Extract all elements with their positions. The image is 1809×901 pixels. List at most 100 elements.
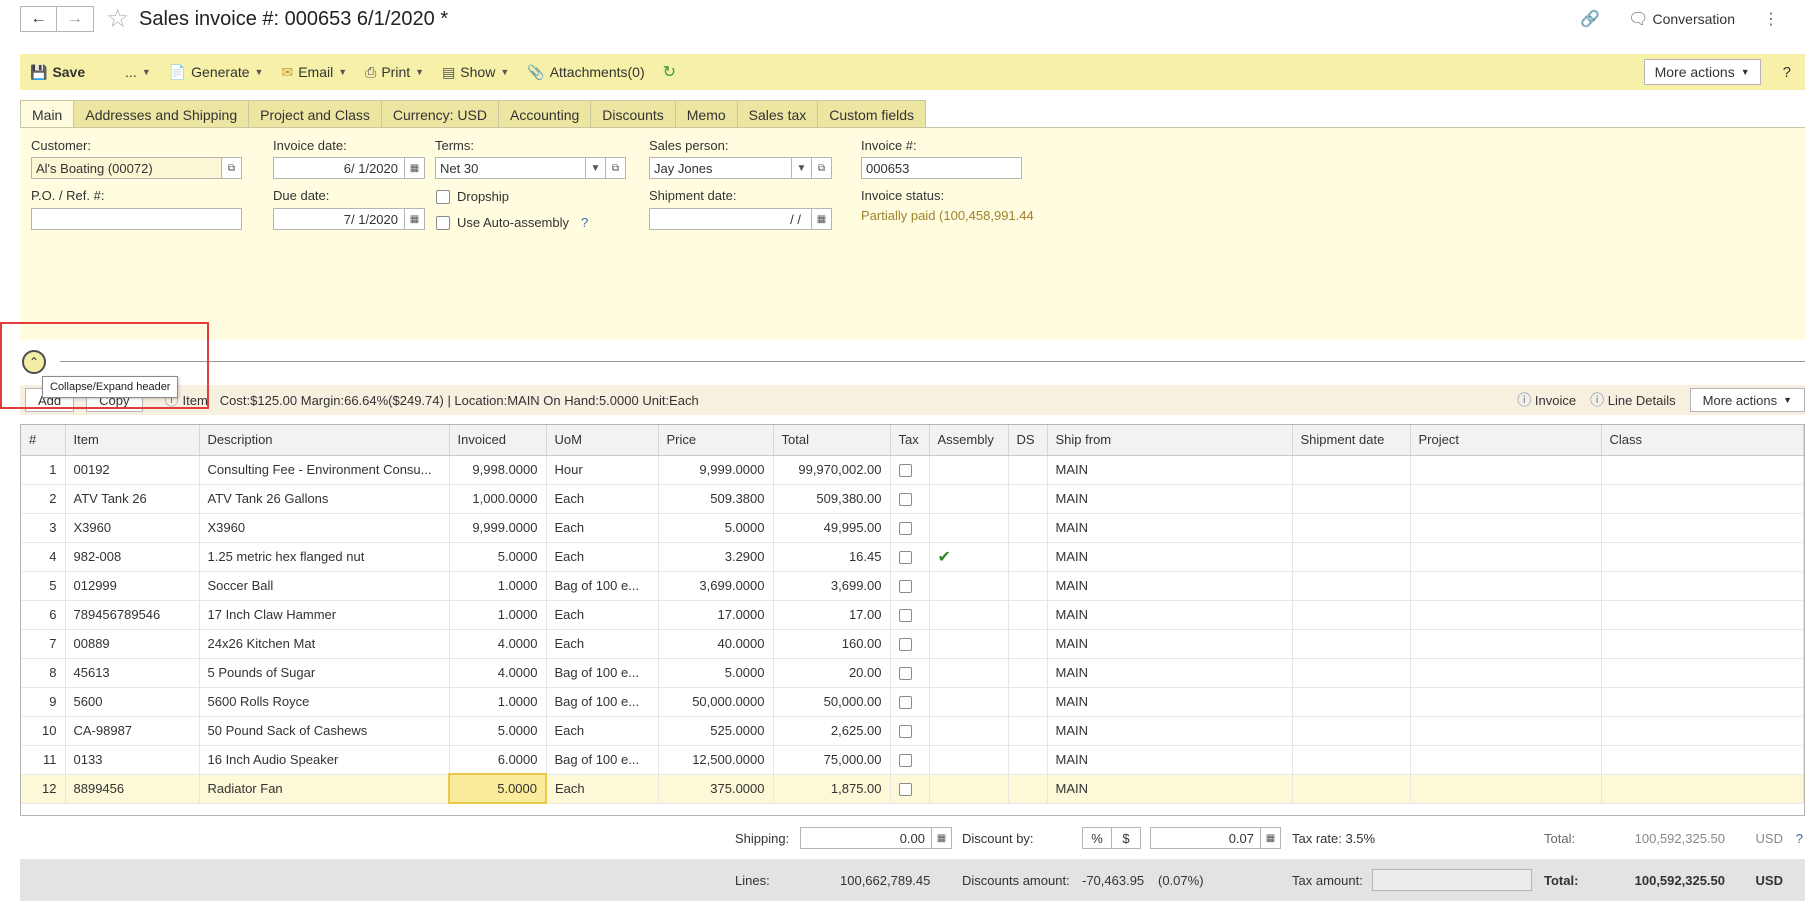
project-cell[interactable]: [1410, 745, 1602, 775]
column-header[interactable]: DS: [1008, 425, 1048, 456]
table-row[interactable]: 4 982-008 1.25 metric hex flanged nut 5.000…: [21, 542, 1804, 572]
item-cell[interactable]: X3960: [65, 513, 200, 543]
invoiced-cell[interactable]: 5.0000: [448, 773, 547, 804]
invoice-date-field[interactable]: 6/ 1/2020 ▦: [273, 157, 425, 179]
shipment-date-cell[interactable]: [1292, 600, 1411, 630]
price-cell[interactable]: 525.0000: [658, 716, 774, 746]
description-cell[interactable]: 17 Inch Claw Hammer: [199, 600, 450, 630]
open-link-icon[interactable]: ⧉: [605, 158, 625, 178]
shipment-date-cell[interactable]: [1292, 513, 1411, 543]
item-cell[interactable]: 00889: [65, 629, 200, 659]
ds-cell[interactable]: [1008, 571, 1048, 601]
tax-checkbox[interactable]: [898, 754, 912, 768]
assembly-cell[interactable]: [929, 629, 1009, 659]
table-row[interactable]: 3 X3960 X3960 9,999.0000 Each 5.0000 49,995.00…: [21, 513, 1804, 543]
favorite-star-icon[interactable]: ☆: [106, 5, 129, 31]
item-cell[interactable]: 0133: [65, 745, 200, 775]
chevron-down-icon[interactable]: ▼: [585, 158, 605, 178]
price-cell[interactable]: 40.0000: [658, 629, 774, 659]
invoiced-cell[interactable]: 5.0000: [449, 542, 547, 572]
total-cell[interactable]: 160.00: [773, 629, 891, 659]
ds-cell[interactable]: [1008, 455, 1048, 485]
column-header[interactable]: Assembly: [929, 425, 1009, 456]
invoice-info-button[interactable]: ⓘ Invoice: [1517, 390, 1576, 410]
print-button[interactable]: ⎙ Print ▼: [365, 64, 424, 81]
uom-cell[interactable]: Each: [546, 484, 659, 514]
open-link-icon[interactable]: ⧉: [221, 158, 241, 178]
ship-from-cell[interactable]: MAIN: [1047, 716, 1293, 746]
ship-from-cell[interactable]: MAIN: [1047, 513, 1293, 543]
description-cell[interactable]: 16 Inch Audio Speaker: [199, 745, 450, 775]
row-number[interactable]: 3: [21, 513, 66, 543]
due-date-field[interactable]: 7/ 1/2020 ▦: [273, 208, 425, 230]
class-cell[interactable]: [1601, 513, 1804, 543]
description-cell[interactable]: 50 Pound Sack of Cashews: [199, 716, 450, 746]
column-header[interactable]: Project: [1410, 425, 1602, 456]
description-cell[interactable]: Consulting Fee - Environment Consu...: [199, 455, 450, 485]
assembly-cell[interactable]: [929, 687, 1009, 717]
uom-cell[interactable]: Bag of 100 e...: [546, 571, 659, 601]
tab-custom-fields[interactable]: Custom fields: [817, 100, 927, 128]
total-help-icon[interactable]: ?: [1796, 831, 1803, 846]
tab-project-and-class[interactable]: Project and Class: [248, 100, 382, 128]
class-cell[interactable]: [1601, 571, 1804, 601]
shipment-date-field[interactable]: / / ▦: [649, 208, 832, 230]
price-cell[interactable]: 12,500.0000: [658, 745, 774, 775]
assembly-cell[interactable]: [929, 774, 1009, 804]
generate-button[interactable]: 📄 Generate ▼: [169, 64, 264, 81]
assembly-cell[interactable]: [929, 716, 1009, 746]
ds-cell[interactable]: [1008, 745, 1048, 775]
class-cell[interactable]: [1601, 658, 1804, 688]
table-row[interactable]: 6 789456789546 17 Inch Claw Hammer 1.0000 Ea…: [21, 600, 1804, 630]
grid-more-actions-button[interactable]: More actions ▼: [1689, 388, 1805, 412]
tax-checkbox[interactable]: [898, 783, 912, 797]
column-header[interactable]: #: [21, 425, 66, 456]
total-cell[interactable]: 75,000.00: [773, 745, 891, 775]
tax-checkbox[interactable]: [898, 522, 912, 536]
table-row[interactable]: 1 00192 Consulting Fee - Environment Consu…: [21, 455, 1804, 485]
row-number[interactable]: 7: [21, 629, 66, 659]
table-row[interactable]: 12 8899456 Radiator Fan 5.0000 Each 375.0000 1…: [21, 773, 1804, 804]
row-number[interactable]: 10: [21, 716, 66, 746]
table-row[interactable]: 9 5600 5600 Rolls Royce 1.0000 Bag of 100 e.…: [21, 687, 1804, 717]
ds-cell[interactable]: [1008, 513, 1048, 543]
tax-checkbox[interactable]: [898, 725, 912, 739]
discount-percent-button[interactable]: %: [1082, 827, 1112, 849]
column-header[interactable]: Class: [1601, 425, 1804, 456]
ship-from-cell[interactable]: MAIN: [1047, 658, 1293, 688]
uom-cell[interactable]: Each: [546, 716, 659, 746]
total-cell[interactable]: 20.00: [773, 658, 891, 688]
column-header[interactable]: Shipment date: [1292, 425, 1411, 456]
tab-addresses-and-shipping[interactable]: Addresses and Shipping: [73, 100, 250, 128]
customer-field[interactable]: Al's Boating (00072) ⧉: [31, 157, 242, 179]
discount-amount-button[interactable]: $: [1111, 827, 1141, 849]
auto-assembly-checkbox[interactable]: [436, 216, 450, 230]
project-cell[interactable]: [1410, 542, 1602, 572]
total-cell[interactable]: 2,625.00: [773, 716, 891, 746]
shipment-date-cell[interactable]: [1292, 542, 1411, 572]
class-cell[interactable]: [1601, 716, 1804, 746]
class-cell[interactable]: [1601, 542, 1804, 572]
invoiced-cell[interactable]: 9,999.0000: [449, 513, 547, 543]
table-row[interactable]: 8 45613 5 Pounds of Sugar 4.0000 Bag of 100 …: [21, 658, 1804, 688]
tax-checkbox[interactable]: [898, 667, 912, 681]
description-cell[interactable]: 1.25 metric hex flanged nut: [199, 542, 450, 572]
uom-cell[interactable]: Each: [546, 629, 659, 659]
assembly-cell[interactable]: [929, 455, 1009, 485]
row-number[interactable]: 6: [21, 600, 66, 630]
ds-cell[interactable]: [1008, 658, 1048, 688]
price-cell[interactable]: 50,000.0000: [658, 687, 774, 717]
tax-checkbox[interactable]: [898, 551, 912, 565]
shipment-date-cell[interactable]: [1292, 484, 1411, 514]
column-header[interactable]: Price: [658, 425, 774, 456]
invoiced-cell[interactable]: 4.0000: [449, 658, 547, 688]
ds-cell[interactable]: [1008, 600, 1048, 630]
price-cell[interactable]: 3,699.0000: [658, 571, 774, 601]
auto-assembly-help-icon[interactable]: ?: [581, 215, 588, 230]
invoiced-cell[interactable]: 4.0000: [449, 629, 547, 659]
description-cell[interactable]: ATV Tank 26 Gallons: [199, 484, 450, 514]
tax-checkbox[interactable]: [898, 464, 912, 478]
project-cell[interactable]: [1410, 774, 1602, 804]
ship-from-cell[interactable]: MAIN: [1047, 687, 1293, 717]
total-cell[interactable]: 509,380.00: [773, 484, 891, 514]
